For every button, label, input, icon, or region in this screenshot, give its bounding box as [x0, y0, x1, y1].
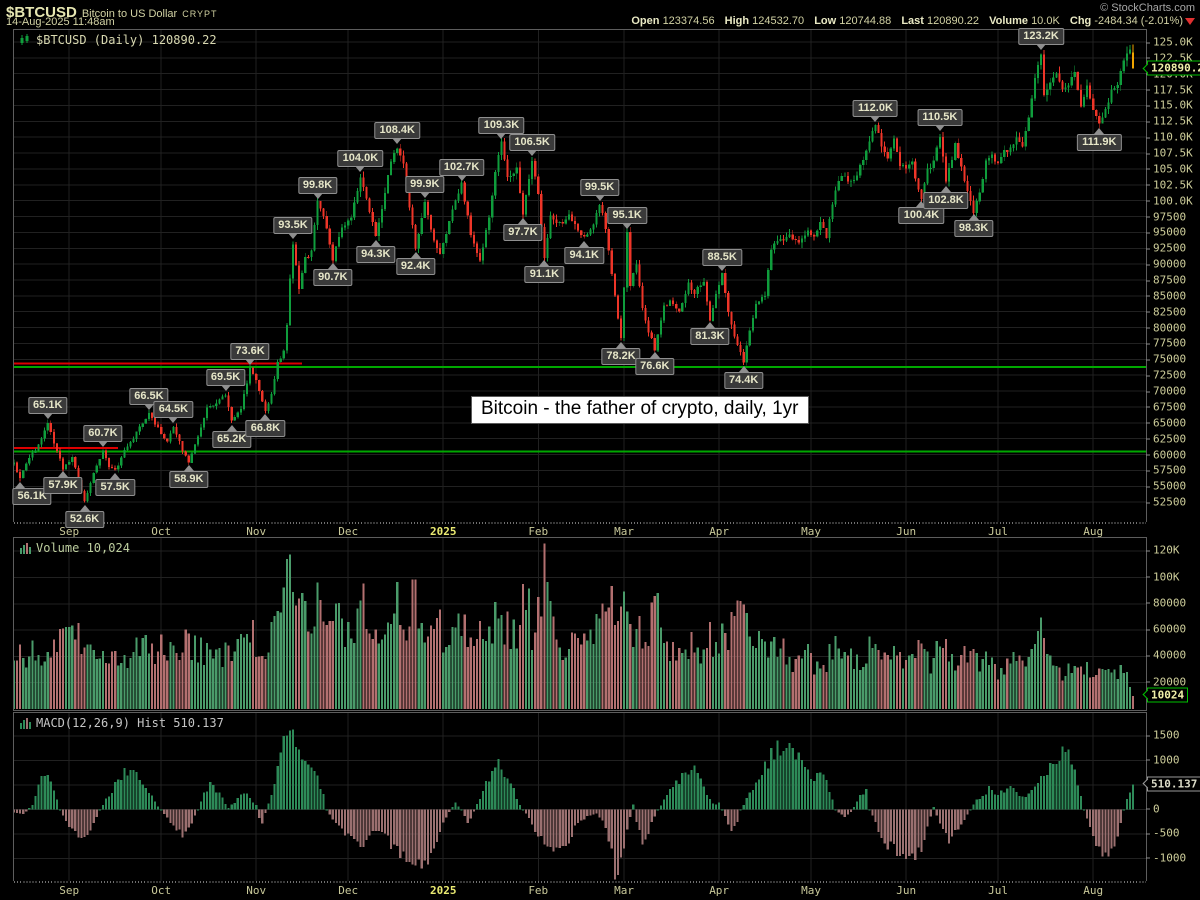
chart-datetime: 14-Aug-2025 11:48am — [6, 16, 115, 28]
macd-legend-text: MACD(12,26,9) Hist 510.137 — [36, 716, 224, 730]
month-label: Mar — [614, 884, 634, 897]
axis-label: 57500 — [1146, 464, 1186, 477]
volume-legend: Volume 10,024 — [19, 541, 130, 555]
volume-legend-text: Volume 10,024 — [36, 541, 130, 555]
candlestick-icon — [19, 34, 31, 46]
axis-label: 92500 — [1146, 242, 1186, 255]
macd-chart[interactable] — [14, 713, 1146, 881]
axis-label: 77500 — [1146, 337, 1186, 350]
axis-label: 97500 — [1146, 210, 1186, 223]
axis-label: 100K — [1146, 570, 1180, 583]
axis-label: -500 — [1146, 827, 1180, 840]
month-label: Oct — [151, 884, 171, 897]
quote-bar: Open 123374.56 High 124532.70 Low 120744… — [631, 15, 1195, 27]
user-annotation[interactable]: Bitcoin - the father of crypto, daily, 1… — [471, 396, 809, 424]
macd-panel[interactable] — [13, 712, 1147, 882]
axis-label: 70000 — [1146, 385, 1186, 398]
axis-label: 112.5K — [1146, 115, 1193, 128]
current-volume-box: 10024 — [1147, 687, 1188, 702]
month-label: Dec — [338, 884, 358, 897]
x-axis-bottom: Sep Oct Nov Dec 2025 Feb Mar Apr May Jun Jul Aug — [0, 881, 1200, 898]
quote-change: Chg -2484.34 (-2.01%) — [1070, 15, 1183, 27]
axis-label: 117.5K — [1146, 83, 1193, 96]
month-label: Jul — [988, 884, 1008, 897]
axis-label: 60000 — [1146, 448, 1186, 461]
x-axis-top: SepOctNovDec2025FebMarAprMayJunJulAug — [0, 522, 1200, 537]
stockcharts-app: $BTCUSDBitcoin to US DollarCRYPT 14-Aug-… — [0, 0, 1200, 900]
axis-label: 115.0K — [1146, 99, 1193, 112]
month-label: Aug — [1083, 884, 1103, 897]
axis-label: 90000 — [1146, 258, 1186, 271]
axis-label: 80000 — [1146, 596, 1186, 609]
axis-label: 40000 — [1146, 649, 1186, 662]
quote-open: Open 123374.56 — [631, 15, 714, 27]
quote-high: High 124532.70 — [725, 15, 805, 27]
month-label: Sep — [59, 884, 79, 897]
axis-label: 110.0K — [1146, 131, 1193, 144]
axis-label: 55000 — [1146, 480, 1186, 493]
axis-label: 52500 — [1146, 496, 1186, 509]
price-chart[interactable] — [14, 30, 1146, 522]
axis-label: 20000 — [1146, 675, 1186, 688]
axis-label: 67500 — [1146, 400, 1186, 413]
volume-bars-icon — [19, 542, 31, 554]
axis-label: 85000 — [1146, 289, 1186, 302]
axis-label: 125.0K — [1146, 36, 1193, 49]
quote-last: Last 120890.22 — [901, 15, 979, 27]
axis-label: 100.0K — [1146, 194, 1193, 207]
axis-label: 82500 — [1146, 305, 1186, 318]
chart-header: $BTCUSDBitcoin to US DollarCRYPT 14-Aug-… — [0, 0, 1200, 28]
month-label: Apr — [709, 884, 729, 897]
quote-volume: Volume 10.0K — [989, 15, 1060, 27]
exchange-tag: CRYPT — [182, 9, 217, 19]
axis-label: 1500 — [1146, 729, 1180, 742]
axis-label: 60000 — [1146, 623, 1186, 636]
axis-label: 107.5K — [1146, 147, 1193, 160]
axis-label: 120K — [1146, 544, 1180, 557]
change-down-icon — [1185, 18, 1195, 25]
axis-label: 72500 — [1146, 369, 1186, 382]
month-label: Feb — [528, 884, 548, 897]
axis-label: 1000 — [1146, 753, 1180, 766]
axis-label: 102.5K — [1146, 178, 1193, 191]
axis-label: 122.5K — [1146, 51, 1193, 64]
axis-label: 65000 — [1146, 416, 1186, 429]
month-label: 2025 — [430, 884, 457, 897]
last-price-box: 120890.22 — [1147, 61, 1200, 76]
axis-label: 0 — [1146, 802, 1160, 815]
macd-bars-icon — [19, 717, 31, 729]
axis-label: 120.0K — [1146, 67, 1193, 80]
macd-legend: MACD(12,26,9) Hist 510.137 — [19, 716, 224, 730]
volume-chart[interactable] — [14, 538, 1146, 710]
copyright: © StockCharts.com — [1100, 2, 1195, 14]
price-legend-text: $BTCUSD (Daily) 120890.22 — [36, 33, 217, 47]
axis-label: 62500 — [1146, 432, 1186, 445]
current-macd-box: 510.137 — [1147, 776, 1200, 791]
axis-label: -1000 — [1146, 851, 1186, 864]
axis-label: 75000 — [1146, 353, 1186, 366]
price-panel[interactable] — [13, 29, 1147, 523]
month-label: Nov — [246, 884, 266, 897]
axis-label: 87500 — [1146, 274, 1186, 287]
month-label: Jun — [896, 884, 916, 897]
month-label: May — [801, 884, 821, 897]
quote-low: Low 120744.88 — [814, 15, 891, 27]
axis-label: 105.0K — [1146, 162, 1193, 175]
axis-label: 80000 — [1146, 321, 1186, 334]
axis-label: 95000 — [1146, 226, 1186, 239]
price-legend: $BTCUSD (Daily) 120890.22 — [19, 33, 217, 47]
volume-panel[interactable] — [13, 537, 1147, 711]
